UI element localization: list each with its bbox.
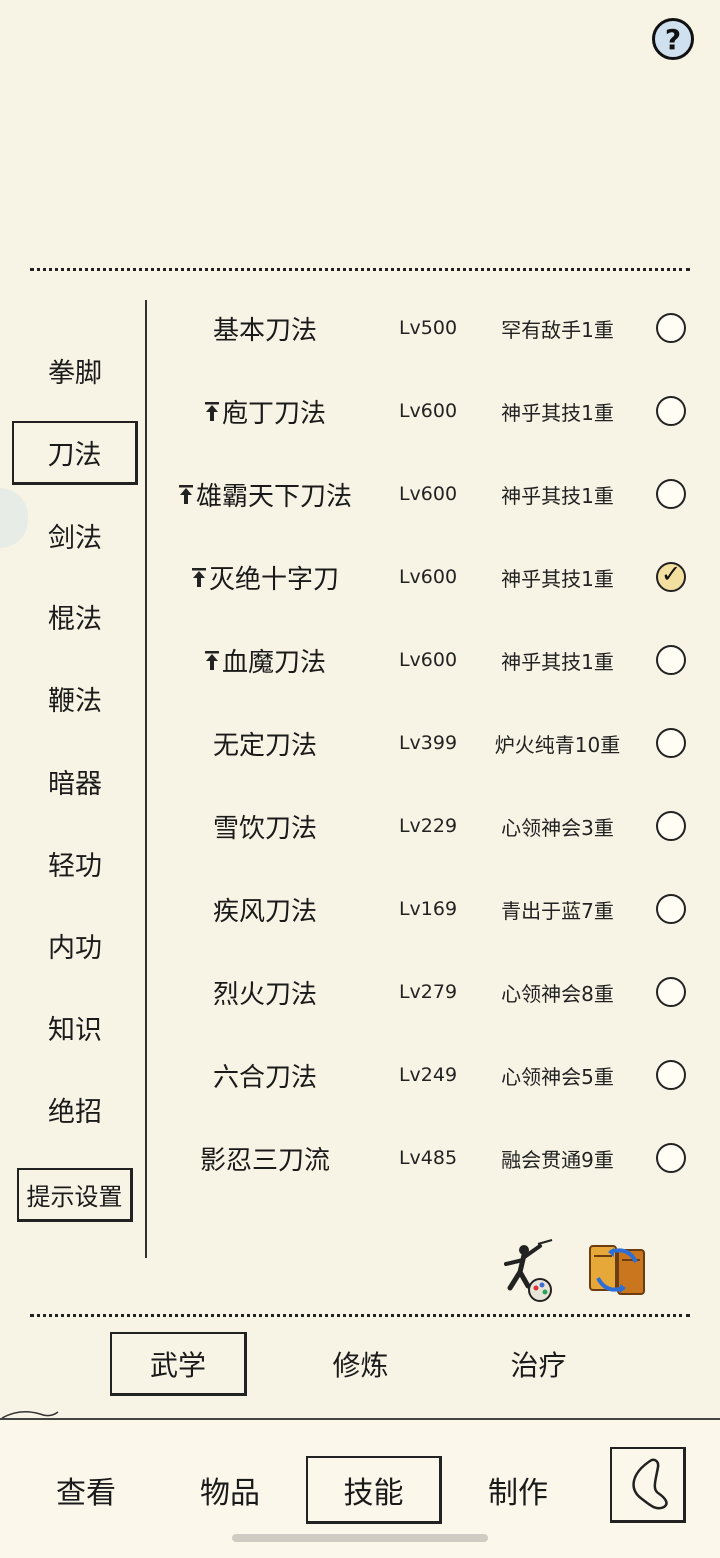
skill-radio[interactable]	[656, 1143, 686, 1173]
skill-radio[interactable]	[656, 977, 686, 1007]
subtab-wuxue[interactable]: 武学	[110, 1332, 247, 1396]
skill-rank: 罕有敌手1重	[501, 317, 614, 342]
skill-radio[interactable]	[656, 894, 686, 924]
skill-row[interactable]: 灭绝十字刀 Lv600 神乎其技1重 ✓	[150, 547, 710, 607]
skill-row[interactable]: 基本刀法 Lv500 罕有敌手1重	[150, 298, 710, 358]
help-icon: ?	[664, 22, 682, 56]
nav-items[interactable]: 物品	[162, 1456, 298, 1524]
skill-rank: 神乎其技1重	[501, 483, 614, 508]
skill-level: Lv600	[398, 566, 458, 588]
skill-rank: 心领神会3重	[501, 815, 614, 840]
category-neigong[interactable]: 内功	[12, 915, 138, 975]
skill-level: Lv485	[398, 1147, 458, 1169]
skill-level: Lv279	[398, 981, 458, 1003]
skill-name: 雪饮刀法	[212, 813, 317, 844]
skill-row[interactable]: 庖丁刀法 Lv600 神乎其技1重	[150, 381, 710, 441]
category-daofa[interactable]: 刀法	[12, 421, 138, 485]
back-icon	[632, 1458, 668, 1510]
skill-name: 血魔刀法	[221, 647, 326, 678]
skill-radio[interactable]	[656, 1060, 686, 1090]
skill-level: Lv229	[398, 815, 458, 837]
arrow-up-icon	[204, 401, 220, 427]
back-button[interactable]	[610, 1447, 686, 1523]
category-juezhao[interactable]: 绝招	[12, 1079, 138, 1139]
skill-radio[interactable]	[656, 728, 686, 758]
help-button[interactable]: ?	[652, 18, 694, 60]
sidebar-divider	[145, 300, 147, 1258]
martial-figure-icon[interactable]	[494, 1238, 558, 1302]
skill-level: Lv600	[398, 400, 458, 422]
skill-row[interactable]: 雄霸天下刀法 Lv600 神乎其技1重	[150, 464, 710, 524]
divider-top	[30, 268, 690, 271]
skill-rank: 神乎其技1重	[501, 649, 614, 674]
skill-row[interactable]: 无定刀法 Lv399 炉火纯青10重	[150, 713, 710, 773]
skill-row[interactable]: 血魔刀法 Lv600 神乎其技1重	[150, 630, 710, 690]
skill-radio[interactable]	[656, 811, 686, 841]
home-indicator	[232, 1534, 488, 1542]
skill-radio-checked[interactable]: ✓	[656, 560, 686, 592]
subtab-zhiliao[interactable]: 治疗	[470, 1332, 607, 1396]
arrow-up-icon	[178, 484, 194, 510]
skill-row[interactable]: 影忍三刀流 Lv485 融会贯通9重	[150, 1128, 710, 1188]
skill-level: Lv399	[398, 732, 458, 754]
skill-level: Lv500	[398, 317, 458, 339]
skill-name: 影忍三刀流	[199, 1145, 330, 1176]
category-qinggong[interactable]: 轻功	[12, 833, 138, 893]
skill-row[interactable]: 烈火刀法 Lv279 心领神会8重	[150, 962, 710, 1022]
skill-level: Lv249	[398, 1064, 458, 1086]
category-jianfa[interactable]: 剑法	[12, 505, 138, 565]
skill-level: Lv169	[398, 898, 458, 920]
category-gunfa[interactable]: 棍法	[12, 586, 138, 646]
category-quanjiao[interactable]: 拳脚	[12, 340, 138, 400]
nav-craft[interactable]: 制作	[450, 1456, 586, 1524]
skill-rank: 神乎其技1重	[501, 400, 614, 425]
nav-skills[interactable]: 技能	[306, 1456, 442, 1524]
skill-name: 六合刀法	[212, 1062, 317, 1093]
skill-rank: 心领神会5重	[501, 1064, 614, 1089]
skill-radio[interactable]	[656, 645, 686, 675]
skill-radio[interactable]	[656, 479, 686, 509]
skill-rank: 心领神会8重	[501, 981, 614, 1006]
skill-level: Lv600	[398, 649, 458, 671]
arrow-up-icon	[204, 650, 220, 676]
skill-level: Lv600	[398, 483, 458, 505]
skill-name: 庖丁刀法	[221, 398, 326, 429]
skill-name: 雄霸天下刀法	[195, 481, 352, 512]
skill-name: 烈火刀法	[212, 979, 317, 1010]
skill-name: 疾风刀法	[212, 896, 317, 927]
category-bianfa[interactable]: 鞭法	[12, 668, 138, 728]
category-zhishi[interactable]: 知识	[12, 997, 138, 1057]
check-icon: ✓	[661, 560, 682, 588]
skill-radio[interactable]	[656, 313, 686, 343]
skill-name: 无定刀法	[212, 730, 317, 761]
skill-rank: 融会贯通9重	[501, 1147, 614, 1172]
nav-view[interactable]: 查看	[18, 1456, 154, 1524]
subtab-xiulian[interactable]: 修炼	[292, 1332, 429, 1396]
skill-row[interactable]: 六合刀法 Lv249 心领神会5重	[150, 1045, 710, 1105]
brush-stroke-decoration	[1, 1411, 59, 1419]
skill-name: 灭绝十字刀	[208, 564, 339, 595]
skill-rank: 神乎其技1重	[501, 566, 614, 591]
skill-row[interactable]: 雪饮刀法 Lv229 心领神会3重	[150, 796, 710, 856]
skill-name: 基本刀法	[212, 315, 317, 346]
arrow-up-icon	[191, 567, 207, 593]
scroll-swap-icon[interactable]	[584, 1238, 648, 1302]
skill-radio[interactable]	[656, 396, 686, 426]
category-anqi[interactable]: 暗器	[12, 751, 138, 811]
skill-rank: 炉火纯青10重	[494, 732, 621, 757]
skill-rank: 青出于蓝7重	[501, 898, 614, 923]
skill-row[interactable]: 疾风刀法 Lv169 青出于蓝7重	[150, 879, 710, 939]
divider-bottom	[30, 1314, 690, 1317]
hint-settings-button[interactable]: 提示设置	[17, 1168, 133, 1222]
